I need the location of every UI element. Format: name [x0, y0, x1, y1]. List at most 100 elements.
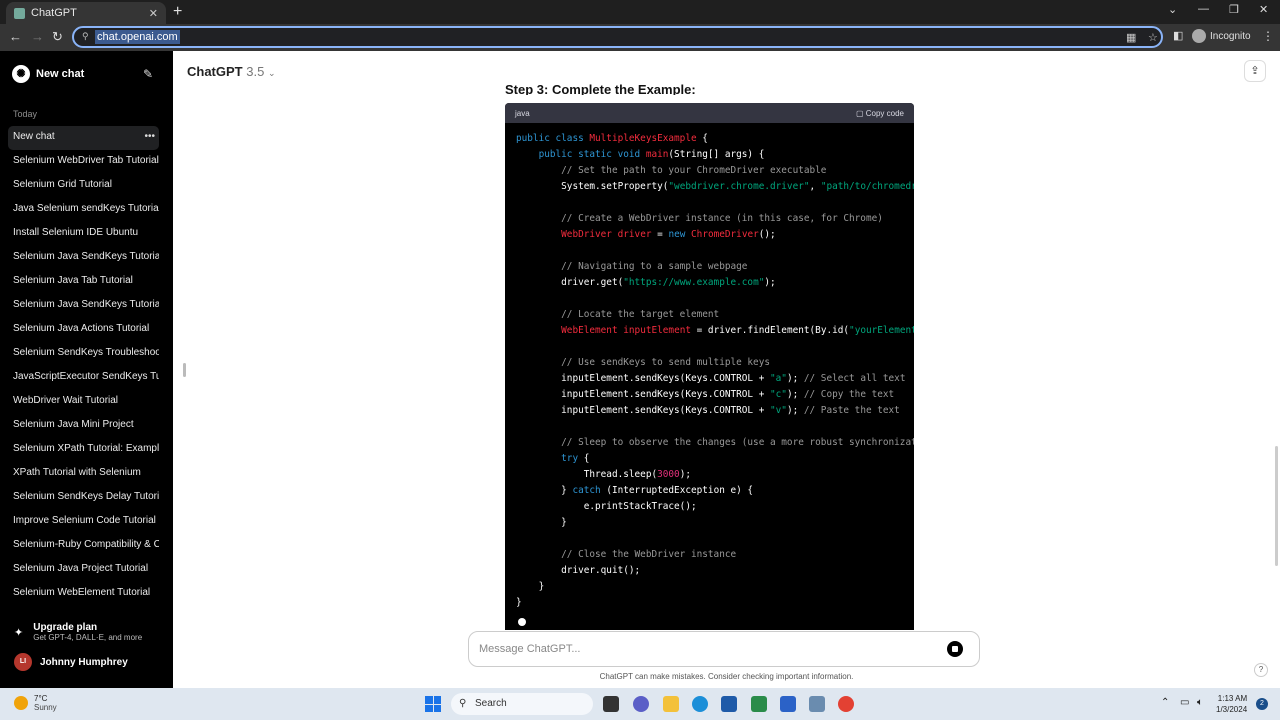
- teams-chat-icon[interactable]: [633, 696, 649, 712]
- code-token: // Paste the text: [803, 405, 900, 416]
- edge-icon[interactable]: [692, 696, 708, 712]
- restore-icon[interactable]: ❐: [1229, 3, 1239, 16]
- main-panel: ChatGPT 3.5 ⌄ ⇪ Step 3: Complete the Exa…: [173, 51, 1280, 688]
- url-text[interactable]: chat.openai.com: [95, 30, 180, 44]
- code-token: inputElement: [623, 325, 691, 336]
- sidebar-chat-item[interactable]: WebDriver Wait Tutorial: [8, 390, 159, 414]
- copy-code-button[interactable]: ▢ Copy code: [856, 109, 904, 118]
- sidebar-chat-item[interactable]: Selenium Java Actions Tutorial: [8, 318, 159, 342]
- bookmark-star-icon[interactable]: ☆: [1148, 31, 1158, 44]
- back-icon[interactable]: ←: [9, 29, 22, 44]
- code-line: // Use sendKeys to send multiple keys: [516, 355, 914, 371]
- sidebar-chat-item[interactable]: Selenium WebDriver Tab Tutorial: [8, 150, 159, 174]
- sidebar-chat-item[interactable]: Selenium Java Mini Project: [8, 414, 159, 438]
- share-button[interactable]: ⇪: [1244, 60, 1266, 82]
- minimize-icon[interactable]: —: [1198, 3, 1209, 15]
- clock[interactable]: 1:13 AM 1/3/2024: [1216, 693, 1247, 715]
- sidebar-chat-item[interactable]: Selenium-Ruby Compatibility & C: [8, 534, 159, 558]
- model-selector[interactable]: ChatGPT 3.5 ⌄: [187, 64, 276, 79]
- qr-code-icon[interactable]: ▦: [1126, 31, 1136, 44]
- close-window-icon[interactable]: ✕: [1259, 3, 1268, 16]
- code-line: } catch (InterruptedException e) {: [516, 483, 914, 499]
- address-bar[interactable]: ⚲ chat.openai.com ▦ ☆: [72, 26, 1163, 48]
- copy-code-label: Copy code: [865, 108, 904, 118]
- code-token: "webdriver.chrome.driver": [668, 181, 810, 192]
- reload-icon[interactable]: ↻: [52, 29, 63, 45]
- code-token: catch: [572, 485, 601, 496]
- task-view-icon[interactable]: [603, 696, 619, 712]
- close-tab-icon[interactable]: ✕: [149, 7, 158, 20]
- code-token: }: [516, 485, 573, 496]
- side-panel-icon[interactable]: ◧: [1173, 29, 1183, 42]
- code-line: inputElement.sendKeys(Keys.CONTROL + "a"…: [516, 371, 914, 387]
- sidebar-chat-item[interactable]: Selenium WebElement Tutorial: [8, 582, 159, 606]
- message-input[interactable]: [479, 640, 919, 658]
- code-token: );: [764, 277, 776, 288]
- browser-tab[interactable]: ChatGPT ✕: [6, 2, 166, 24]
- sidebar-chat-label: Selenium Java Tab Tutorial: [13, 275, 133, 286]
- network-icon[interactable]: ▭: [1180, 697, 1189, 708]
- code-line: WebElement inputElement = driver.findEle…: [516, 323, 914, 339]
- sidebar-chat-item[interactable]: XPath Tutorial with Selenium: [8, 462, 159, 486]
- sidebar-chat-item[interactable]: Selenium Java Tab Tutorial: [8, 270, 159, 294]
- sidebar-chat-item[interactable]: Java Selenium sendKeys Tutorial: [8, 198, 159, 222]
- code-token: );: [786, 373, 804, 384]
- sidebar-chat-label: Selenium Java SendKeys Tutorial: [13, 299, 159, 310]
- browser-menu-icon[interactable]: ⋮: [1262, 29, 1274, 43]
- code-token: }: [516, 581, 545, 592]
- chevron-up-icon[interactable]: ⌃: [1161, 697, 1169, 708]
- site-info-icon[interactable]: ⚲: [82, 31, 89, 42]
- scrollbar[interactable]: [1275, 446, 1278, 566]
- incognito-icon: [1192, 29, 1206, 43]
- store-icon[interactable]: [721, 696, 737, 712]
- sidebar-chat-item[interactable]: Improve Selenium Code Tutorial: [8, 510, 159, 534]
- sidebar-chat-item[interactable]: Install Selenium IDE Ubuntu: [8, 222, 159, 246]
- model-name: ChatGPT: [187, 64, 243, 79]
- sidebar-chat-item[interactable]: Selenium Grid Tutorial: [8, 174, 159, 198]
- sidebar-chat-item[interactable]: Selenium Java SendKeys Tutorial: [8, 246, 159, 270]
- code-token: );: [786, 405, 804, 416]
- sidebar-chat-item[interactable]: Selenium Java SendKeys Tutorial: [8, 294, 159, 318]
- new-chat-button[interactable]: ✺ New chat: [12, 65, 84, 83]
- sidebar-chat-item[interactable]: Selenium SendKeys Troubleshoot: [8, 342, 159, 366]
- sidebar-chat-item[interactable]: Selenium XPath Tutorial: Example: [8, 438, 159, 462]
- help-button[interactable]: ?: [1254, 663, 1268, 677]
- code-line: public class MultipleKeysExample {: [516, 131, 914, 147]
- stop-generating-button[interactable]: [947, 641, 963, 657]
- vpn-icon[interactable]: [780, 696, 796, 712]
- code-line: inputElement.sendKeys(Keys.CONTROL + "v"…: [516, 403, 914, 419]
- code-token: "path/to/chromedr: [820, 181, 914, 192]
- compose-icon[interactable]: ✎: [143, 67, 153, 81]
- sidebar-resize-handle[interactable]: [183, 363, 186, 377]
- code-block: java ▢ Copy code public class MultipleKe…: [505, 103, 914, 630]
- notification-badge[interactable]: 2: [1256, 698, 1268, 710]
- sidebar-chat-item[interactable]: Selenium SendKeys Delay Tutoria: [8, 486, 159, 510]
- sidebar-chat-label: Selenium WebElement Tutorial: [13, 587, 151, 598]
- windows-start-icon[interactable]: [425, 696, 441, 712]
- model-version: 3.5: [246, 64, 265, 79]
- upgrade-plan-button[interactable]: ✦ Upgrade plan Get GPT-4, DALL·E, and mo…: [14, 622, 142, 642]
- code-line: driver.quit();: [516, 563, 914, 579]
- chrome-icon[interactable]: [838, 696, 854, 712]
- sidebar-chat-label: JavaScriptExecutor SendKeys Tut: [13, 371, 159, 382]
- app-icon[interactable]: [809, 696, 825, 712]
- taskbar-search[interactable]: ⚲ Search: [451, 693, 593, 715]
- sidebar-chat-item[interactable]: Selenium Java Project Tutorial: [8, 558, 159, 582]
- chat-options-icon[interactable]: •••: [144, 126, 155, 148]
- forward-icon[interactable]: →: [31, 29, 44, 44]
- code-token: ,: [809, 181, 821, 192]
- openai-logo-icon: ✺: [12, 65, 30, 83]
- new-tab-icon[interactable]: +: [173, 3, 182, 21]
- user-menu[interactable]: LI Johnny Humphrey: [14, 653, 128, 671]
- incognito-indicator[interactable]: Incognito: [1192, 29, 1251, 43]
- sidebar-chat-item[interactable]: JavaScriptExecutor SendKeys Tut: [8, 366, 159, 390]
- excel-icon[interactable]: [751, 696, 767, 712]
- sidebar-chat-item[interactable]: New chat •••: [8, 126, 159, 150]
- file-explorer-icon[interactable]: [663, 696, 679, 712]
- tab-search-icon[interactable]: ⌄: [1168, 3, 1177, 16]
- weather-widget[interactable]: 7°C Sunny: [14, 694, 57, 712]
- volume-icon[interactable]: 🔈︎: [1197, 697, 1203, 708]
